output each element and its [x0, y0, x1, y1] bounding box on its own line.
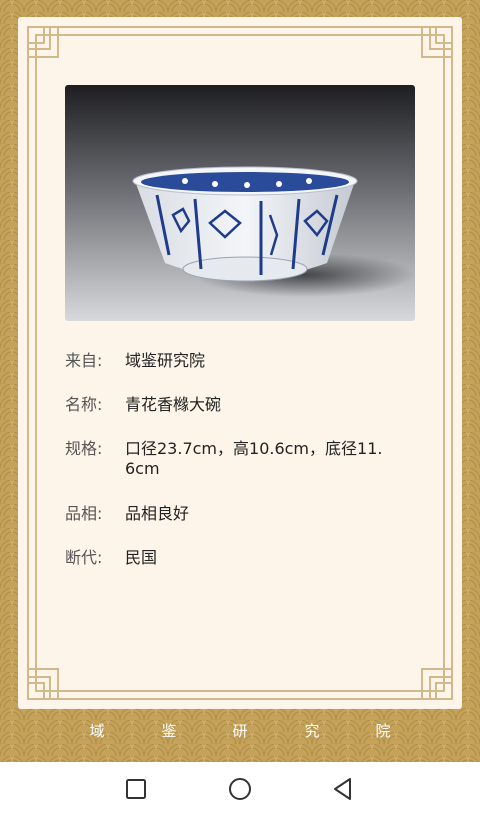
- detail-row-dating: 断代: 民国: [65, 548, 385, 568]
- detail-row-condition: 品相: 品相良好: [65, 504, 385, 524]
- detail-label: 来自:: [65, 351, 103, 370]
- detail-value: 青花香橼大碗: [125, 395, 222, 414]
- footer-char: 研: [232, 722, 248, 740]
- footer-char: 究: [304, 722, 320, 740]
- detail-label: 名称:: [65, 395, 103, 414]
- system-navigation-bar: [0, 762, 480, 815]
- detail-label: 断代:: [65, 548, 103, 567]
- detail-value: 民国: [125, 548, 158, 567]
- detail-row-source: 来自: 域鉴研究院: [65, 351, 385, 371]
- detail-row-spec: 规格: 口径23.7cm，高10.6cm，底径11.6cm: [65, 439, 385, 479]
- triangle-back-icon[interactable]: [330, 776, 356, 802]
- detail-value: 品相良好: [125, 504, 190, 523]
- square-recent-apps-icon[interactable]: [123, 776, 149, 802]
- footer-char: 鉴: [161, 722, 177, 740]
- footer-char: 院: [375, 722, 391, 740]
- item-card: 来自: 域鉴研究院 名称: 青花香橼大碗 规格: 口径23.7cm，高10.6c…: [18, 17, 462, 709]
- detail-label: 品相:: [65, 504, 103, 523]
- footer-brand-text: 域 鉴 研 究 院: [0, 720, 480, 744]
- detail-label: 规格:: [65, 439, 103, 458]
- circle-home-icon[interactable]: [227, 776, 253, 802]
- footer-char: 域: [89, 722, 105, 740]
- detail-value: 域鉴研究院: [125, 351, 206, 370]
- detail-value: 口径23.7cm，高10.6cm，底径11.6cm: [125, 439, 383, 478]
- detail-row-name: 名称: 青花香橼大碗: [65, 395, 385, 415]
- item-photo: [65, 85, 415, 321]
